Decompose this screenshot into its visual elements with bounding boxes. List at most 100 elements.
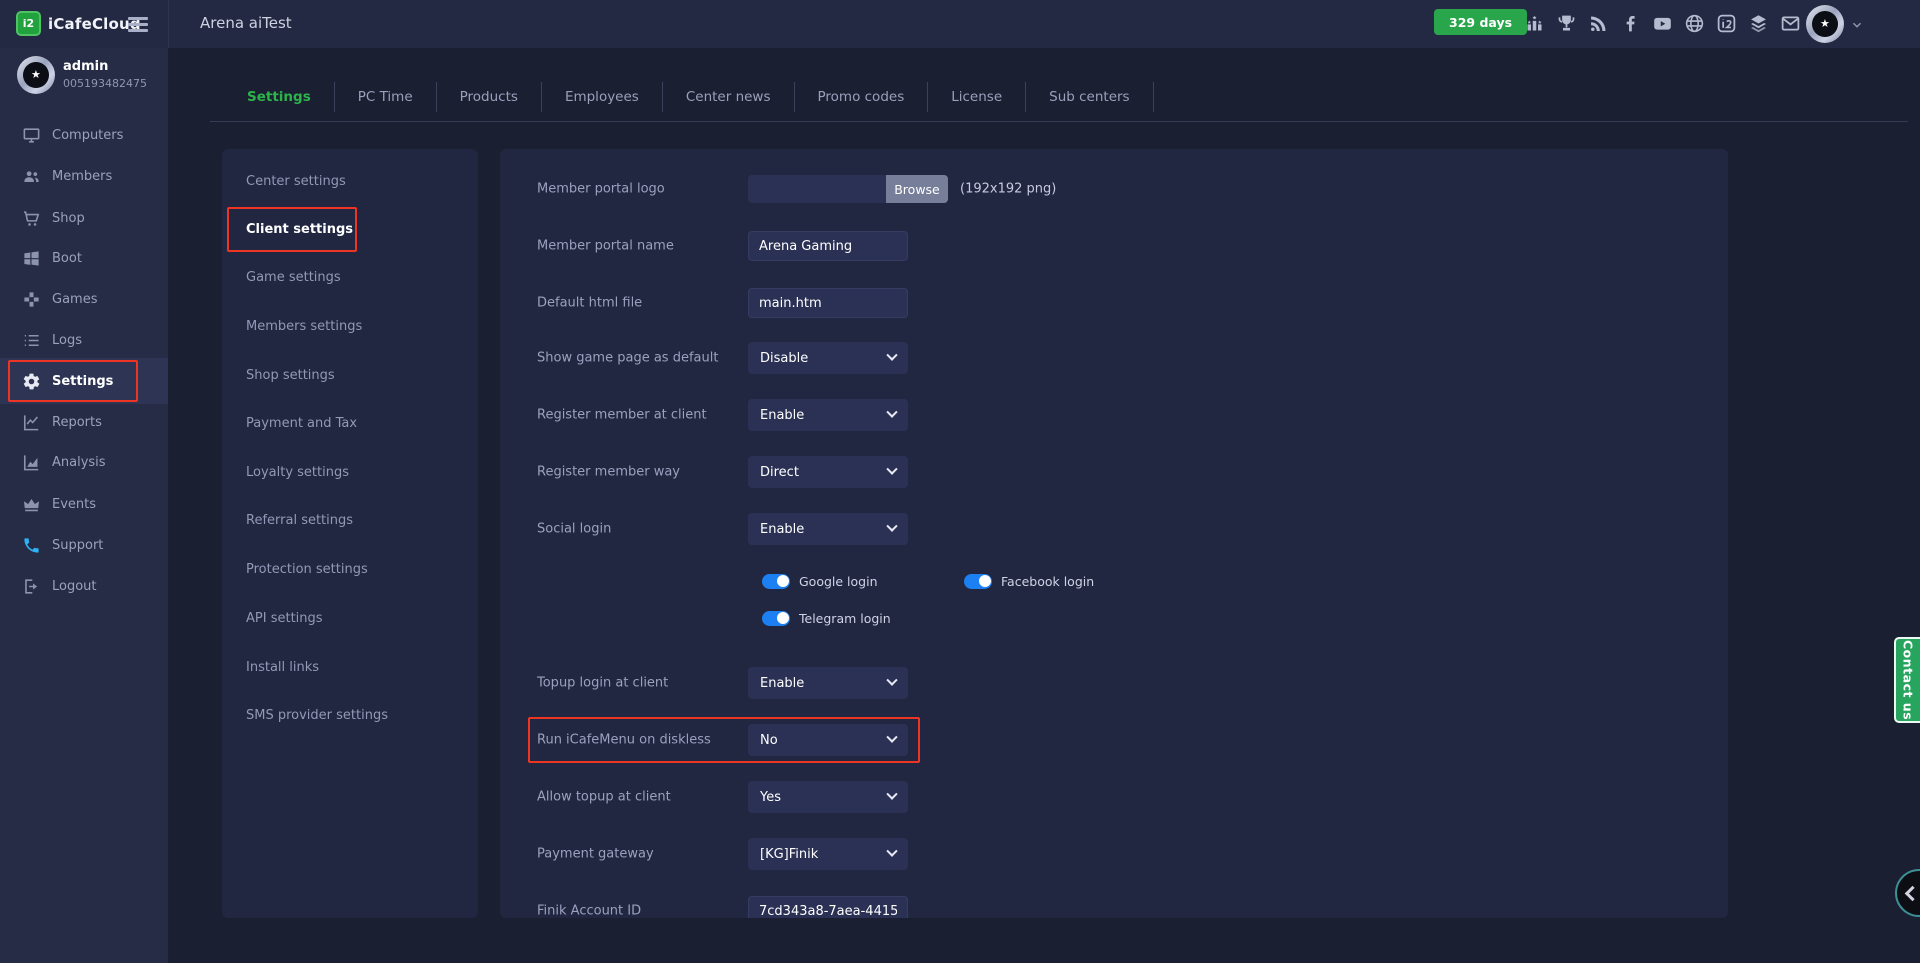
toggle-knob (777, 575, 789, 587)
settings-menu-item-protection-settings[interactable]: Protection settings (222, 549, 478, 589)
select-run-icafemenu-on-diskless[interactable]: No (748, 724, 908, 756)
sidebar-item-support[interactable]: Support (0, 522, 168, 568)
tab-promo-codes[interactable]: Promo codes (795, 82, 929, 112)
tab-pc-time[interactable]: PC Time (335, 82, 437, 112)
layers-icon[interactable] (1748, 13, 1769, 34)
sidebar-item-settings[interactable]: Settings (0, 358, 168, 404)
select-register-member-at-client[interactable]: Enable (748, 399, 908, 431)
sidebar-item-analysis[interactable]: Analysis (0, 439, 168, 485)
cart-icon (22, 209, 41, 228)
form-label: Default html file (537, 296, 642, 311)
select-value: [KG]Finik (760, 847, 818, 862)
form-row-social-login: Social login Enable (500, 512, 1728, 546)
sidebar-item-boot[interactable]: Boot (0, 235, 168, 281)
chevron-down-icon (886, 407, 897, 418)
select-topup-login-at-client[interactable]: Enable (748, 667, 908, 699)
form-label: Run iCafeMenu on diskless (537, 733, 711, 748)
rss-icon[interactable] (1588, 13, 1609, 34)
tab-bar: SettingsPC TimeProductsEmployeesCenter n… (224, 82, 1154, 112)
sidebar-item-logs[interactable]: Logs (0, 317, 168, 363)
form-label: Finik Account ID (537, 904, 641, 919)
sidebar-item-logout[interactable]: Logout (0, 563, 168, 609)
settings-menu-item-install-links[interactable]: Install links (222, 647, 478, 687)
select-social-login[interactable]: Enable (748, 513, 908, 545)
collapse-widget-button[interactable] (1895, 869, 1920, 917)
gamepad-icon (22, 290, 41, 309)
icafecloud-icon[interactable] (1716, 13, 1737, 34)
toggle-label: Facebook login (1001, 574, 1094, 589)
settings-menu-item-members-settings[interactable]: Members settings (222, 306, 478, 346)
sidebar-item-label: Analysis (52, 455, 106, 470)
settings-menu-item-shop-settings[interactable]: Shop settings (222, 355, 478, 395)
form-row-run-icafemenu-on-diskless: Run iCafeMenu on diskless No (500, 723, 1728, 757)
settings-menu-item-game-settings[interactable]: Game settings (222, 257, 478, 297)
facebook-login-switch[interactable] (964, 574, 992, 589)
chart-line-icon (22, 413, 41, 432)
browse-button[interactable]: Browse (886, 175, 948, 203)
settings-menu-item-label: Payment and Tax (246, 416, 357, 431)
select-payment-gateway[interactable]: [KG]Finik (748, 838, 908, 870)
youtube-icon[interactable] (1652, 13, 1673, 34)
form-label: Social login (537, 522, 611, 537)
input-finik-account-id[interactable] (748, 896, 908, 918)
tab-sub-centers[interactable]: Sub centers (1026, 82, 1153, 112)
user-avatar[interactable]: ★ (1806, 5, 1844, 43)
icafecloud-app: i2 iCafeCloud Arena aiTest 329 days ★ ★ … (0, 0, 1920, 963)
ranking-icon[interactable] (1524, 13, 1545, 34)
form-row-payment-gateway: Payment gateway[KG]Finik (500, 837, 1728, 871)
sidebar-item-computers[interactable]: Computers (0, 112, 168, 158)
sidebar-item-members[interactable]: Members (0, 153, 168, 199)
sidebar-item-games[interactable]: Games (0, 276, 168, 322)
form-label: Topup login at client (537, 676, 668, 691)
form-row-allow-topup-at-client: Allow topup at clientYes (500, 780, 1728, 814)
contact-us-tab[interactable]: Contact us (1894, 637, 1920, 723)
tab-settings[interactable]: Settings (224, 82, 335, 112)
google-login-switch[interactable] (762, 574, 790, 589)
license-days-badge[interactable]: 329 days (1434, 9, 1527, 35)
settings-menu-item-sms-provider-settings[interactable]: SMS provider settings (222, 695, 478, 735)
input-member-portal-name[interactable] (748, 231, 908, 261)
globe-icon[interactable] (1684, 13, 1705, 34)
sidebar-item-label: Support (52, 538, 103, 553)
sidebar-item-label: Logout (52, 579, 97, 594)
sidebar-user-avatar[interactable]: ★ (17, 56, 55, 94)
settings-menu-item-payment-and-tax[interactable]: Payment and Tax (222, 403, 478, 443)
file-input-member-portal-logo[interactable]: Browse (748, 175, 948, 203)
topbar-divider (168, 0, 169, 48)
facebook-icon[interactable] (1620, 13, 1641, 34)
tab-products[interactable]: Products (437, 82, 542, 112)
settings-menu-item-label: Loyalty settings (246, 465, 349, 480)
toggle-google-login: Google login (762, 571, 878, 591)
app-logo[interactable]: i2 iCafeCloud (16, 11, 141, 36)
settings-menu-item-client-settings[interactable]: Client settings (222, 209, 478, 249)
topbar: i2 iCafeCloud Arena aiTest 329 days ★ (0, 0, 1920, 48)
telegram-login-switch[interactable] (762, 611, 790, 626)
sidebar-item-label: Boot (52, 251, 82, 266)
chevron-down-icon (886, 732, 897, 743)
input-default-html-file[interactable] (748, 288, 908, 318)
sidebar-item-label: Logs (52, 333, 82, 348)
select-show-game-page-as-default[interactable]: Disable (748, 342, 908, 374)
settings-menu-item-api-settings[interactable]: API settings (222, 598, 478, 638)
settings-menu-item-center-settings[interactable]: Center settings (222, 161, 478, 201)
chevron-down-icon[interactable] (1850, 18, 1864, 32)
trophy-icon[interactable] (1556, 13, 1577, 34)
hamburger-menu-icon[interactable] (128, 17, 148, 35)
form-row-member-portal-name: Member portal name (500, 229, 1728, 263)
select-value: Disable (760, 351, 808, 366)
tab-employees[interactable]: Employees (542, 82, 663, 112)
windows-icon (22, 249, 41, 268)
tab-license[interactable]: License (928, 82, 1026, 112)
select-allow-topup-at-client[interactable]: Yes (748, 781, 908, 813)
select-register-member-way[interactable]: Direct (748, 456, 908, 488)
settings-menu-item-label: API settings (246, 611, 323, 626)
page-title: Arena aiTest (200, 14, 292, 32)
settings-menu-item-loyalty-settings[interactable]: Loyalty settings (222, 452, 478, 492)
logout-icon (22, 577, 41, 596)
settings-menu-item-referral-settings[interactable]: Referral settings (222, 500, 478, 540)
tab-center-news[interactable]: Center news (663, 82, 795, 112)
sidebar-user-name: admin (63, 59, 108, 74)
sidebar-item-events[interactable]: Events (0, 481, 168, 527)
form-label: Show game page as default (537, 351, 718, 366)
mail-icon[interactable] (1780, 13, 1801, 34)
